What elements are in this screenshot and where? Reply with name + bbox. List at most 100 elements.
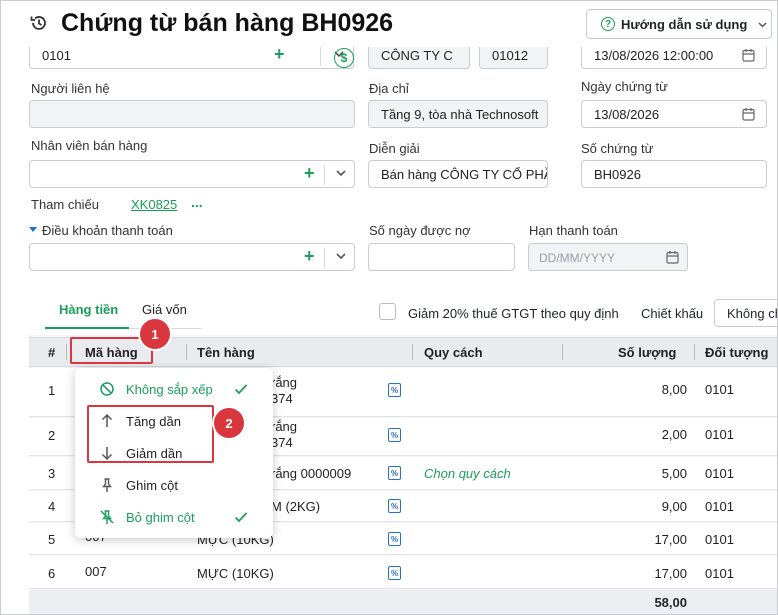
percent-icon[interactable]: %	[388, 532, 401, 546]
calendar-icon[interactable]	[742, 48, 755, 62]
divider	[324, 248, 325, 268]
voucher-no-value: BH0926	[594, 167, 641, 182]
row-index: 3	[48, 466, 56, 481]
row-qty: 8,00	[661, 382, 687, 397]
row-object: 0101	[705, 427, 734, 442]
chevron-down-icon[interactable]	[334, 166, 348, 180]
chevron-down-icon[interactable]	[334, 249, 348, 263]
add-staff-icon[interactable]: +	[304, 163, 315, 184]
row-qty: 9,00	[661, 499, 687, 514]
menu-item-label: Ghim cột	[126, 478, 179, 493]
payment-terms-field[interactable]: +	[29, 243, 355, 271]
row-name: M (2KG)	[271, 499, 321, 514]
row-index: 2	[48, 428, 56, 443]
col-header-object[interactable]: Đối tượng	[705, 345, 768, 360]
row-index: 6	[48, 566, 56, 581]
percent-icon[interactable]: %	[388, 466, 401, 480]
callout-badge-2: 2	[214, 408, 244, 438]
description-label: Diễn giải	[369, 141, 420, 156]
history-icon[interactable]	[29, 13, 49, 33]
calendar-icon[interactable]	[666, 250, 679, 264]
reference-label: Tham chiếu	[31, 197, 99, 212]
check-icon	[234, 384, 248, 395]
add-customer-icon[interactable]: +	[274, 44, 285, 65]
row-index: 4	[48, 499, 56, 514]
row-qty: 17,00	[654, 566, 687, 581]
voucher-no-field[interactable]: BH0926	[581, 160, 767, 188]
column-divider[interactable]	[562, 344, 563, 360]
row-index: 1	[48, 383, 56, 398]
percent-icon[interactable]: %	[388, 428, 401, 442]
add-payment-terms-icon[interactable]: +	[304, 246, 315, 267]
col-header-index: #	[48, 345, 56, 360]
payment-terms-label: Điều khoản thanh toán	[42, 223, 173, 238]
row-name: MỰC (10KG)	[197, 566, 274, 581]
row-name: rắng 0000009	[271, 466, 352, 481]
row-code: 007	[85, 564, 107, 579]
column-divider[interactable]	[694, 344, 695, 360]
no-sort-icon	[100, 382, 114, 396]
percent-icon[interactable]: %	[388, 499, 401, 513]
menu-item-pin-column[interactable]: Ghim cột	[75, 471, 273, 499]
reference-more-button[interactable]: ...	[191, 194, 203, 210]
page-title: Chứng từ bán hàng BH0926	[61, 9, 394, 37]
row-qty: 2,00	[661, 427, 687, 442]
row-object: 0101	[705, 382, 734, 397]
row-name: rắng	[271, 419, 298, 434]
sales-staff-field[interactable]: +	[29, 160, 355, 188]
contact-field[interactable]	[29, 100, 355, 128]
due-date-field[interactable]: DD/MM/YYYY	[528, 243, 688, 271]
column-divider[interactable]	[66, 344, 67, 360]
currency-dollar-icon[interactable]: $	[334, 48, 354, 68]
voucher-date-field[interactable]: 13/08/2026	[581, 100, 767, 128]
column-divider[interactable]	[412, 344, 413, 360]
help-guide-button[interactable]: ? Hướng dẫn sử dụng	[586, 9, 772, 39]
col-header-name[interactable]: Tên hàng	[197, 345, 255, 360]
top-date-value: 13/08/2026 12:00:00	[594, 48, 714, 63]
row-qty: 5,00	[661, 466, 687, 481]
pin-icon	[102, 478, 112, 492]
col-header-spec[interactable]: Quy cách	[424, 345, 483, 360]
check-icon	[234, 512, 248, 523]
col-header-qty[interactable]: Số lượng	[618, 345, 676, 360]
row-name-line2: 374	[271, 435, 293, 450]
sales-staff-label: Nhân viên bán hàng	[31, 138, 148, 153]
callout-highlight-code-header	[70, 337, 153, 364]
menu-item-unpin-column[interactable]: Bỏ ghim cột	[75, 503, 273, 531]
description-value: Bán hàng CÔNG TY CỔ PHẦN	[381, 167, 548, 182]
row-name-line2: 374	[271, 391, 293, 406]
voucher-date-value: 13/08/2026	[594, 107, 660, 122]
total-qty: 58,00	[654, 595, 687, 610]
percent-icon[interactable]: %	[388, 566, 401, 580]
address-field[interactable]: Tầng 9, tòa nhà Technosoft	[368, 100, 548, 128]
page-header: Chứng từ bán hàng BH0926 ? Hướng dẫn sử …	[1, 1, 777, 47]
row-object: 0101	[705, 466, 734, 481]
sales-voucher-window: 0101 + $ CÔNG TY C 01012 13/08/2026 12:0…	[0, 0, 778, 615]
row-object: 0101	[705, 499, 734, 514]
column-divider[interactable]	[186, 344, 187, 360]
due-date-placeholder: DD/MM/YYYY	[539, 251, 616, 265]
address-label: Địa chỉ	[369, 81, 409, 96]
collapse-triangle-icon[interactable]	[29, 227, 37, 232]
divider	[320, 46, 321, 66]
calendar-icon[interactable]	[742, 107, 755, 121]
customer-code-value: 0101	[42, 48, 71, 63]
vat-reduction-checkbox[interactable]	[379, 303, 396, 320]
percent-icon[interactable]: %	[388, 383, 401, 397]
vat-reduction-label: Giảm 20% thuế GTGT theo quy định	[408, 306, 619, 321]
row-qty: 17,00	[654, 532, 687, 547]
chevron-down-icon	[758, 21, 767, 28]
discount-select[interactable]: Không chiết khấu	[714, 299, 777, 327]
tab-hang-tien[interactable]: Hàng tiền	[59, 302, 118, 317]
reference-link[interactable]: XK0825	[131, 197, 177, 212]
tab-gia-von[interactable]: Giá vốn	[142, 302, 187, 317]
menu-item-no-sort[interactable]: Không sắp xếp	[75, 375, 273, 403]
row-object: 0101	[705, 532, 734, 547]
description-field[interactable]: Bán hàng CÔNG TY CỔ PHẦN	[368, 160, 548, 188]
contact-label: Người liên hệ	[31, 81, 110, 96]
credit-days-label: Số ngày được nợ	[369, 223, 471, 238]
discount-label: Chiết khấu	[641, 306, 704, 321]
choose-spec-link[interactable]: Chọn quy cách	[424, 466, 511, 481]
menu-item-label: Bỏ ghim cột	[126, 510, 195, 525]
credit-days-field[interactable]	[368, 243, 515, 271]
